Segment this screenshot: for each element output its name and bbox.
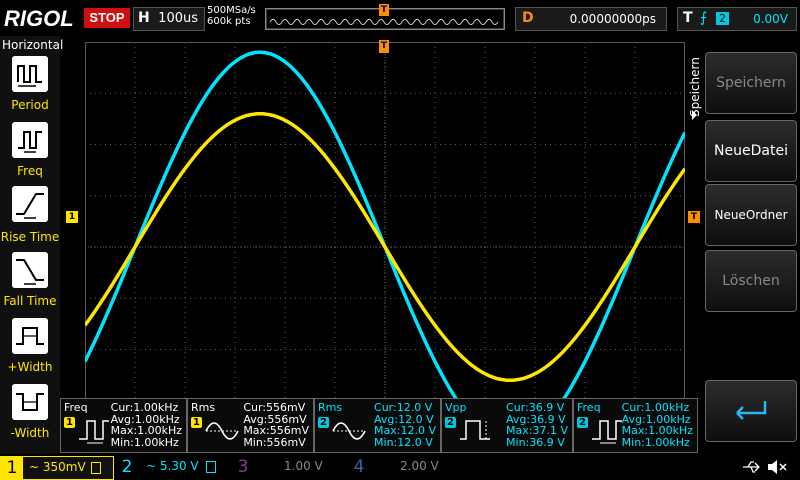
measurement-freq-ch1[interactable]: Freq 1 Cur:1.00kHz Avg:1.00kHz Max:1.00k… [60, 398, 187, 453]
waveform-display[interactable] [85, 42, 685, 452]
measurement-rms-ch1[interactable]: Rms 1 Cur:556mV Avg:556mV Max:556mV Min:… [187, 398, 314, 453]
measure-fall-time[interactable]: Fall Time [0, 252, 60, 310]
fall-time-icon [12, 252, 48, 288]
timebase-box[interactable]: H 100us [133, 7, 205, 31]
channel-1-status[interactable]: 1 ~ 350mV [0, 456, 114, 480]
delay-label: D [522, 10, 534, 26]
measurement-values: Cur:1.00kHz Avg:1.00kHz Max:1.00kHz Min:… [111, 402, 182, 448]
new-file-button[interactable]: NeueDatei [705, 120, 797, 182]
fall-time-label: Fall Time [3, 294, 57, 308]
channel-2-coupling-icon [206, 461, 216, 473]
value-min: Min:1.00kHz [621, 435, 690, 449]
rise-time-icon [12, 186, 48, 222]
negative-width-label: -Width [10, 426, 50, 440]
trigger-level: 0.00V [753, 12, 788, 26]
trigger-box[interactable]: T ⨍ 2 0.00V [677, 7, 797, 31]
rms-icon [205, 422, 239, 440]
vpp-icon [460, 420, 490, 440]
save-menu-title-text: Speichern [688, 57, 702, 117]
trigger-source: 2 [716, 12, 729, 25]
trigger-position-marker[interactable]: T [379, 40, 389, 53]
trigger-level-marker[interactable]: T [688, 211, 700, 223]
rms-icon [332, 422, 366, 440]
rise-time-label: Rise Time [0, 230, 60, 244]
measurement-values: Cur:12.0 V Avg:12.0 V Max:12.0 V Min:12.… [374, 402, 436, 448]
measurement-values: Cur:556mV Avg:556mV Max:556mV Min:556mV [243, 402, 309, 448]
measure-rise-time[interactable]: Rise Time [0, 186, 60, 244]
measurement-vpp-ch2[interactable]: Vpp 2 Cur:36.9 V Avg:36.9 V Max:37.1 V M… [441, 398, 573, 453]
value-min: Min:556mV [243, 435, 306, 449]
freq-icon [12, 122, 48, 158]
value-min: Min:36.9 V [506, 435, 565, 449]
trigger-label: T [683, 10, 693, 26]
channel-3-status[interactable]: 3 1.00 V [232, 456, 342, 478]
delay-box[interactable]: D 0.00000000ps [515, 7, 667, 31]
channel-2-number: 2 [121, 457, 133, 477]
memory-trigger-marker: T [379, 4, 389, 16]
acquisition-info: 500MSa/s 600k pts [207, 5, 256, 27]
delete-button[interactable]: Löschen [705, 250, 797, 312]
measure-period[interactable]: Period [0, 56, 60, 114]
period-label: Period [11, 98, 49, 112]
speaker-muted-icon[interactable] [766, 458, 788, 476]
menu-pointer-icon [692, 110, 697, 120]
measure-menu-title: Horizontal [2, 38, 64, 52]
measurement-name: Vpp [445, 401, 467, 414]
freq-icon [592, 420, 622, 444]
rising-edge-icon: ⨍ [700, 10, 708, 26]
delay-value: 0.00000000ps [569, 12, 656, 26]
channel-4-number: 4 [353, 457, 365, 477]
negative-width-icon [12, 384, 48, 420]
measure-negative-width[interactable]: -Width [0, 384, 60, 442]
measurement-values: Cur:1.00kHz Avg:1.00kHz Max:1.00kHz Min:… [622, 402, 693, 448]
channel-3-scale: 1.00 V [284, 459, 323, 473]
brand-logo: RIGOL [4, 6, 74, 31]
measurement-name: Rms [191, 401, 216, 414]
positive-width-label: +Width [7, 360, 53, 374]
ch1-ground-marker[interactable]: 1 [66, 211, 78, 223]
freq-icon [79, 420, 109, 444]
freq-label: Freq [17, 164, 43, 178]
return-button[interactable] [705, 380, 797, 442]
period-icon [12, 56, 48, 92]
horizontal-label: H [138, 10, 150, 26]
channel-4-scale: 2.00 V [400, 459, 439, 473]
channel-badge: 1 [64, 417, 75, 428]
channel-1-scale: ~ 350mV [29, 460, 86, 474]
channel-1-coupling-icon [91, 462, 101, 474]
save-button[interactable]: Speichern [705, 52, 797, 114]
channel-1-number: 1 [1, 457, 23, 479]
run-stop-indicator[interactable]: STOP [84, 8, 130, 28]
measurement-rms-ch2[interactable]: Rms 2 Cur:12.0 V Avg:12.0 V Max:12.0 V M… [314, 398, 441, 453]
channel-badge: 2 [577, 417, 588, 428]
measurement-name: Freq [577, 401, 601, 414]
measurement-name: Rms [318, 401, 343, 414]
channel-2-status[interactable]: 2 ~ 5.30 V [116, 456, 226, 478]
return-icon [736, 401, 767, 420]
value-min: Min:12.0 V [374, 435, 433, 449]
measurement-values: Cur:36.9 V Avg:36.9 V Max:37.1 V Min:36.… [506, 402, 568, 448]
measurement-name: Freq [64, 401, 88, 414]
memory-depth: 600k pts [207, 16, 251, 27]
channel-badge: 2 [318, 417, 329, 428]
sample-rate: 500MSa/s [207, 5, 256, 16]
measure-freq[interactable]: Freq [0, 122, 60, 180]
channel-4-status[interactable]: 4 2.00 V [348, 456, 458, 478]
channel-3-number: 3 [237, 457, 249, 477]
usb-icon [743, 461, 760, 473]
positive-width-icon [12, 318, 48, 354]
value-min: Min:1.00kHz [110, 435, 179, 449]
channel-2-scale: ~ 5.30 V [146, 459, 199, 473]
channel-badge: 2 [445, 417, 456, 428]
new-folder-button[interactable]: NeueOrdner [705, 184, 797, 246]
measure-positive-width[interactable]: +Width [0, 318, 60, 376]
timebase-value: 100us [158, 11, 198, 26]
measurement-freq-ch2[interactable]: Freq 2 Cur:1.00kHz Avg:1.00kHz Max:1.00k… [573, 398, 698, 453]
channel-badge: 1 [191, 417, 202, 428]
